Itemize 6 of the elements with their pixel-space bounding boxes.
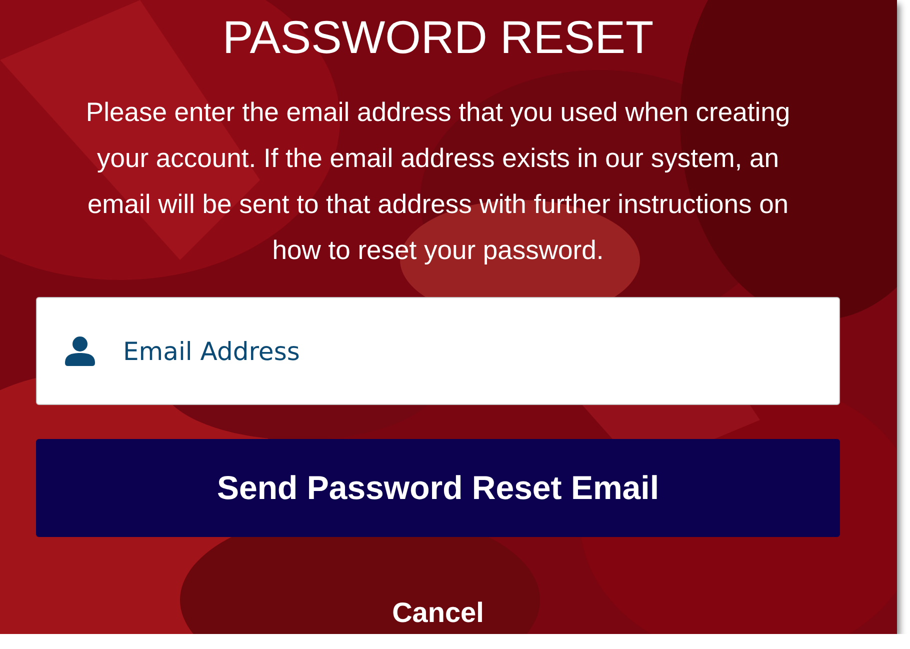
- page-title: PASSWORD RESET: [222, 10, 654, 65]
- email-field[interactable]: Email Address: [36, 297, 840, 405]
- instructions-text: Please enter the email address that you used when creating your account. If the email address exists in our system, an email will be sent to that address with further instructions on how to reset your password.: [84, 96, 792, 267]
- send-reset-email-button[interactable]: Send Password Reset Email: [36, 439, 840, 537]
- cancel-link[interactable]: Cancel: [392, 597, 484, 629]
- person-icon: [65, 336, 95, 366]
